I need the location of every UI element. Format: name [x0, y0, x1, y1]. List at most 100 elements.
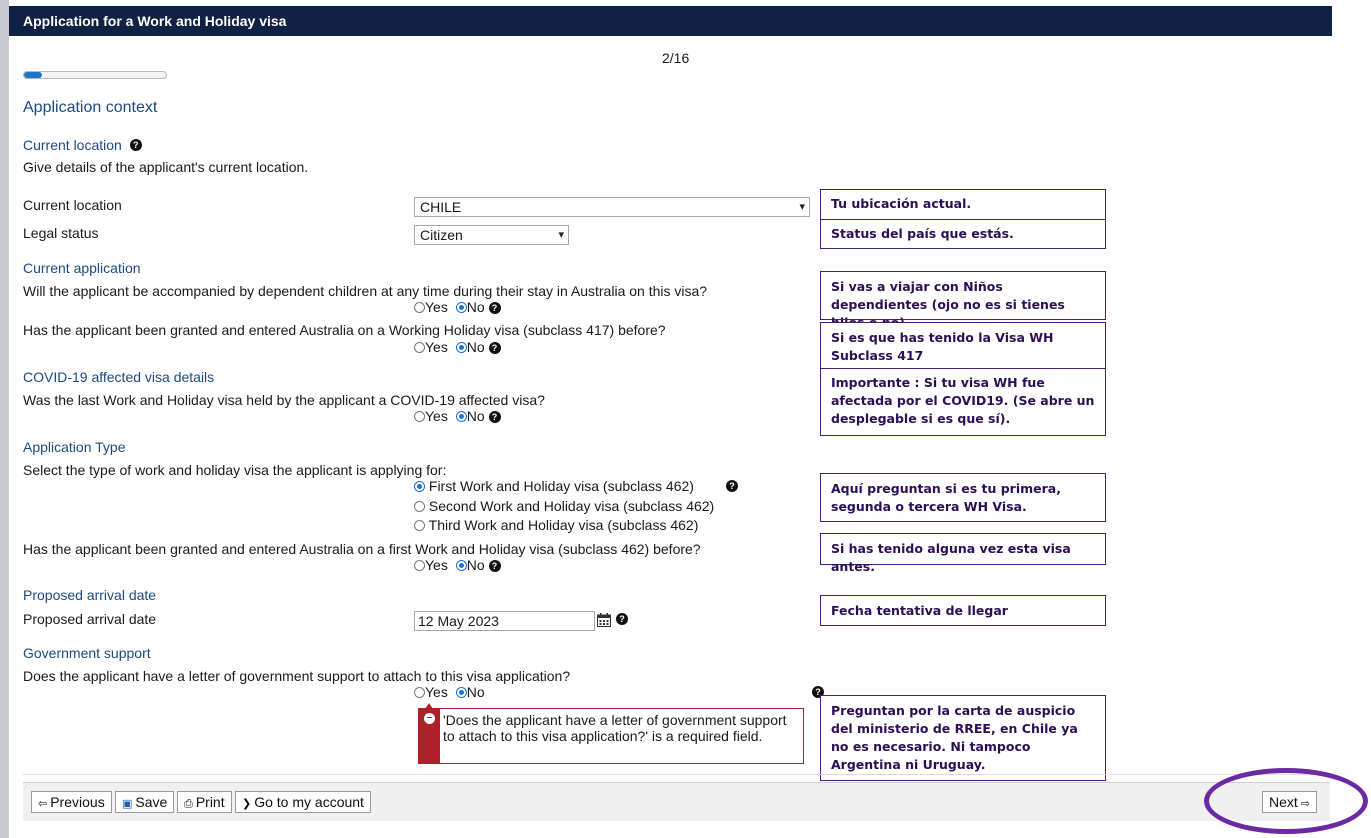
annotation-government: Preguntan por la carta de auspicio del m… — [820, 695, 1106, 781]
print-button[interactable]: ⎙ Print — [177, 791, 232, 813]
legal-status-value: Citizen — [420, 227, 463, 243]
radio-yes[interactable] — [414, 302, 425, 313]
option-second-label: Second Work and Holiday visa (subclass 4… — [428, 498, 715, 514]
subheading-government: Government support — [23, 645, 151, 661]
yes-label: Yes — [425, 557, 448, 573]
subclass-417-options: Yes No ? — [414, 338, 501, 356]
annotation-legal-status: Status del país que estás. — [820, 219, 1106, 249]
no-label: No — [466, 339, 485, 355]
section-heading-application-context: Application context — [23, 99, 158, 116]
page-title: Application for a Work and Holiday visa — [9, 6, 1332, 36]
annotation-arrival: Fecha tentativa de llegar — [820, 595, 1106, 626]
no-label: No — [466, 299, 485, 315]
annotation-location: Tu ubicación actual. — [820, 189, 1106, 220]
help-icon[interactable]: ? — [488, 342, 501, 355]
chevron-down-icon: ▾ — [558, 229, 564, 241]
option-first-label: First Work and Holiday visa (subclass 46… — [428, 478, 694, 494]
yes-label: Yes — [425, 684, 448, 700]
subheading-application-type: Application Type — [23, 439, 126, 455]
error-message: 'Does the applicant have a letter of gov… — [443, 712, 787, 744]
radio-yes[interactable] — [414, 560, 425, 571]
arrival-label: Proposed arrival date — [23, 611, 157, 627]
error-icon: – — [424, 713, 435, 724]
radio-no[interactable] — [455, 411, 467, 422]
dependent-children-options: Yes No ? — [414, 298, 501, 316]
save-label: Save — [135, 794, 168, 810]
no-label: No — [466, 408, 485, 424]
page-counter: 2/16 — [662, 50, 690, 66]
floppy-icon: ▣ — [122, 798, 133, 810]
subheading-current-location: Current location ? — [23, 137, 142, 153]
highlight-oval — [1204, 768, 1368, 834]
go-to-account-button[interactable]: ❯ Go to my account — [235, 791, 371, 813]
current-location-select[interactable]: CHILE ▾ — [414, 197, 810, 217]
yes-label: Yes — [425, 339, 448, 355]
printer-icon: ⎙ — [184, 798, 193, 810]
no-label: No — [466, 557, 485, 573]
previous-label: Previous — [50, 794, 105, 810]
subheading-covid: COVID-19 affected visa details — [23, 369, 215, 385]
question-subclass-417: Has the applicant been granted and enter… — [23, 322, 666, 338]
radio-no[interactable] — [455, 342, 467, 353]
application-type-prompt: Select the type of work and holiday visa… — [23, 462, 447, 478]
option-third-label: Third Work and Holiday visa (subclass 46… — [428, 517, 699, 533]
left-border — [0, 0, 9, 838]
calendar-icon[interactable] — [597, 613, 611, 627]
government-options: Yes No — [414, 683, 485, 701]
radio-third[interactable] — [414, 520, 425, 531]
subheading-current-application: Current application — [23, 260, 141, 276]
subheading-current-location-text: Current location — [23, 137, 122, 153]
application-type-option-second[interactable]: Second Work and Holiday visa (subclass 4… — [414, 497, 714, 515]
help-icon[interactable]: ? — [726, 480, 738, 492]
help-icon[interactable]: ? — [129, 139, 142, 151]
current-location-value: CHILE — [420, 199, 462, 215]
question-first-462: Has the applicant been granted and enter… — [23, 541, 701, 557]
legal-status-label: Legal status — [23, 225, 99, 241]
chevron-down-icon: ▾ — [799, 201, 805, 213]
covid-options: Yes No ? — [414, 407, 501, 425]
previous-button[interactable]: ⇦ Previous — [31, 791, 112, 813]
help-icon[interactable]: ? — [488, 560, 501, 573]
form-divider — [23, 774, 1330, 775]
application-type-option-first[interactable]: First Work and Holiday visa (subclass 46… — [414, 477, 694, 495]
radio-first[interactable] — [414, 481, 425, 492]
save-button[interactable]: ▣ Save — [115, 791, 175, 813]
current-location-description: Give details of the applicant's current … — [23, 159, 309, 175]
arrival-date-input[interactable]: 12 May 2023 — [414, 611, 595, 631]
annotation-covid: Importante : Si tu visa WH fue afectada … — [820, 368, 1106, 436]
radio-yes[interactable] — [414, 687, 425, 698]
account-label: Go to my account — [254, 794, 364, 810]
error-strip: – — [419, 703, 440, 763]
question-covid: Was the last Work and Holiday visa held … — [23, 392, 545, 408]
question-government: Does the applicant have a letter of gove… — [23, 668, 571, 684]
annotation-first-visa: Si has tenido alguna vez esta visa antes… — [820, 533, 1106, 574]
footer-toolbar: ⇦ Previous ▣ Save ⎙ Print ❯ Go to my account… — [23, 782, 1330, 821]
arrow-left-icon: ⇦ — [38, 798, 48, 810]
subheading-arrival: Proposed arrival date — [23, 587, 157, 603]
radio-yes[interactable] — [414, 411, 425, 422]
current-location-label: Current location — [23, 197, 122, 213]
progress-bar — [23, 71, 167, 79]
radio-no[interactable] — [455, 687, 467, 698]
question-dependent-children: Will the applicant be accompanied by dep… — [23, 283, 708, 299]
annotation-dependent-children: Si vas a viajar con Niños dependientes (… — [820, 271, 1106, 330]
yes-label: Yes — [425, 299, 448, 315]
help-icon[interactable]: ? — [488, 302, 501, 315]
first-462-options: Yes No ? — [414, 556, 501, 574]
validation-error: – 'Does the applicant have a letter of g… — [418, 703, 804, 764]
radio-second[interactable] — [414, 501, 425, 512]
annotation-application-type: Aquí preguntan si es tu primera, segunda… — [820, 473, 1106, 522]
legal-status-select[interactable]: Citizen ▾ — [414, 225, 569, 245]
annotation-subclass-417: Si es que has tenido la Visa WH Subclass… — [820, 322, 1106, 369]
progress-fill — [24, 72, 42, 78]
print-label: Print — [195, 794, 225, 810]
help-icon[interactable]: ? — [616, 613, 628, 625]
application-type-option-third[interactable]: Third Work and Holiday visa (subclass 46… — [414, 516, 698, 534]
no-label: No — [466, 684, 485, 700]
radio-no[interactable] — [455, 560, 467, 571]
chevron-right-icon: ❯ — [242, 798, 252, 810]
radio-yes[interactable] — [414, 342, 425, 353]
yes-label: Yes — [425, 408, 448, 424]
radio-no[interactable] — [455, 302, 467, 313]
help-icon[interactable]: ? — [488, 411, 501, 424]
